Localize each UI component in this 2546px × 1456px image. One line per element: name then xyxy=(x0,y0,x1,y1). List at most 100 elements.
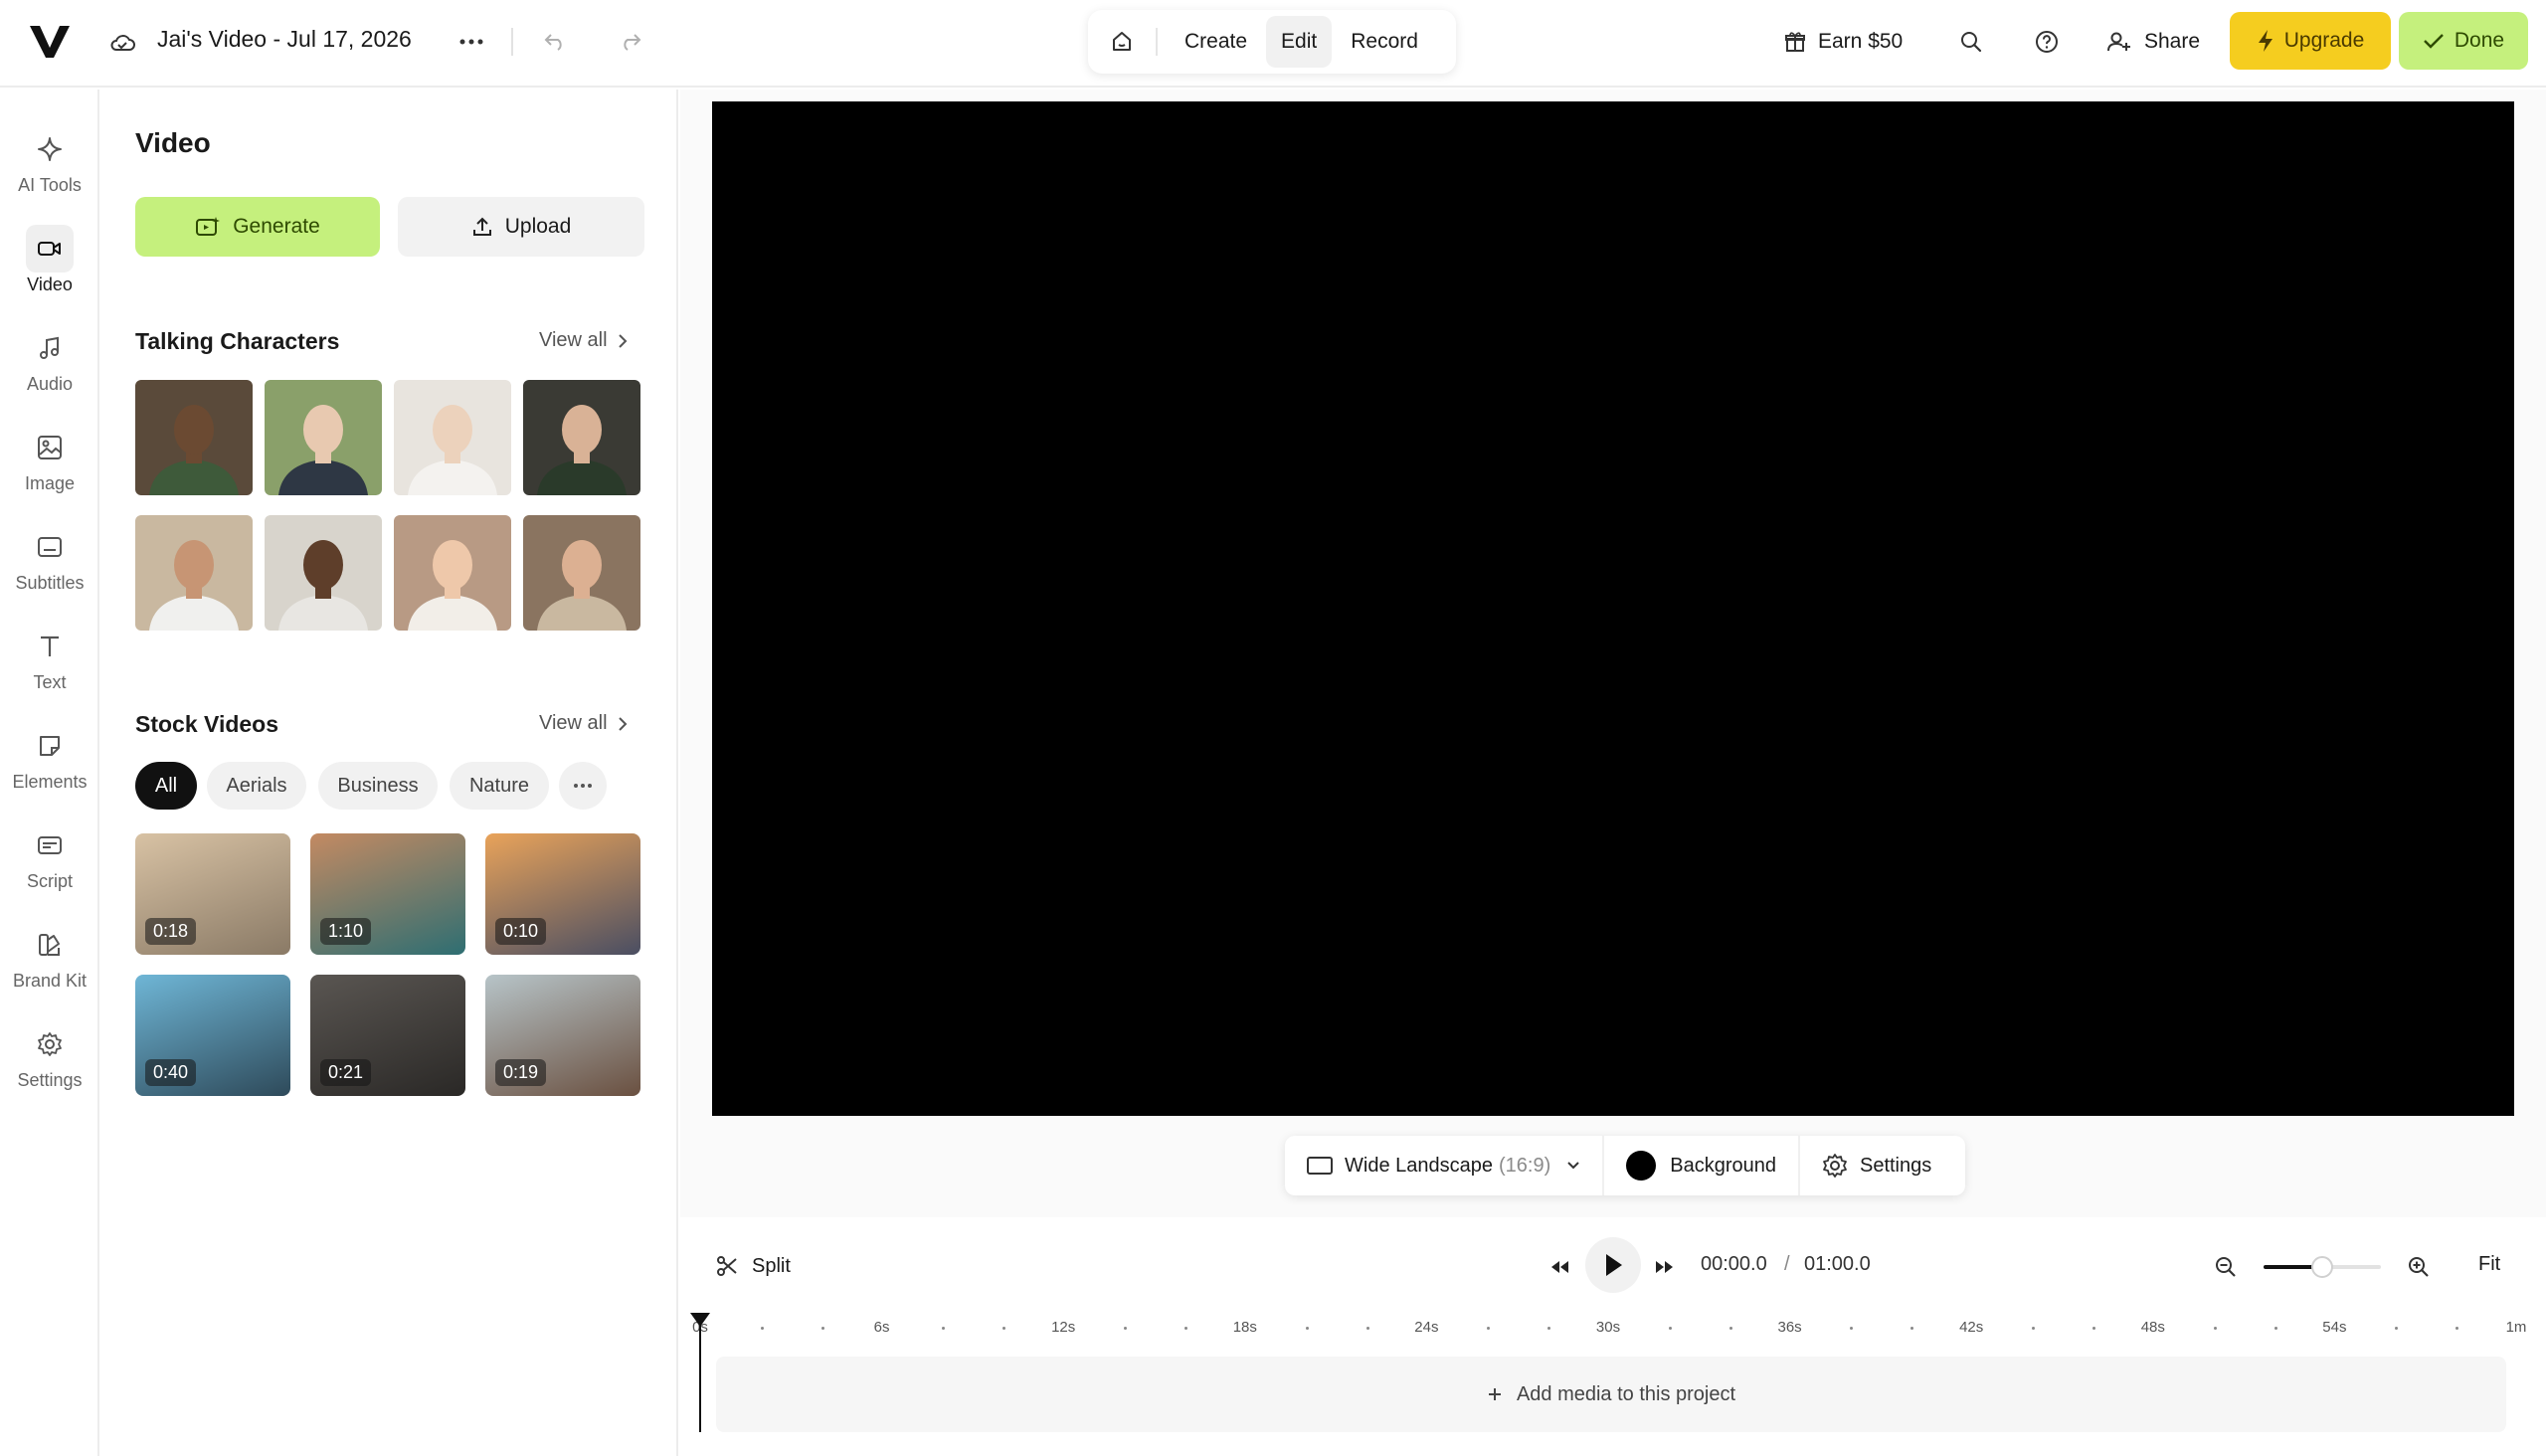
project-title[interactable]: Jai's Video - Jul 17, 2026 xyxy=(157,26,412,53)
done-label: Done xyxy=(2454,29,2505,52)
talking-character-thumbnail[interactable] xyxy=(135,380,253,495)
rail-item-image[interactable]: Image xyxy=(0,408,99,497)
ruler-tick xyxy=(1728,1327,1732,1330)
ruler-tick-label: 6s xyxy=(873,1319,890,1336)
stock-video-thumbnail[interactable]: 0:21 xyxy=(310,975,465,1096)
upload-button[interactable]: Upload xyxy=(398,197,644,257)
tab-record[interactable]: Record xyxy=(1336,16,1433,68)
done-button[interactable]: Done xyxy=(2399,12,2528,70)
background-button[interactable]: Background xyxy=(1604,1136,1798,1195)
talking-character-thumbnail[interactable] xyxy=(265,380,382,495)
rail-label: Audio xyxy=(26,374,74,394)
share-button[interactable]: Share xyxy=(2106,12,2200,72)
rail-item-subtitles[interactable]: Subtitles xyxy=(0,507,99,597)
rail-item-ai-tools[interactable]: AI Tools xyxy=(0,109,99,199)
fit-button[interactable]: Fit xyxy=(2478,1253,2500,1276)
fast-forward-button[interactable] xyxy=(1647,1249,1683,1285)
talking-character-thumbnail[interactable] xyxy=(135,515,253,631)
ruler-tick-label: 36s xyxy=(1777,1319,1802,1336)
home-button[interactable] xyxy=(1088,10,1156,74)
ruler-tick xyxy=(2091,1327,2095,1330)
left-nav-rail: AI Tools Video Audio Image Subtitles Tex… xyxy=(0,90,99,1456)
stock-videos-view-all[interactable]: View all xyxy=(539,712,628,735)
redo-button[interactable] xyxy=(613,24,648,60)
upload-label: Upload xyxy=(504,215,572,238)
tab-create[interactable]: Create xyxy=(1170,16,1262,68)
check-icon xyxy=(2423,32,2445,50)
help-button[interactable] xyxy=(2029,12,2065,72)
chip-nature[interactable]: Nature xyxy=(450,762,549,810)
add-media-label: Add media to this project xyxy=(1516,1382,1736,1405)
tab-edit[interactable]: Edit xyxy=(1266,16,1333,68)
talking-character-thumbnail[interactable] xyxy=(265,515,382,631)
stock-video-thumbnail[interactable]: 0:18 xyxy=(135,833,290,955)
talking-character-thumbnail[interactable] xyxy=(394,380,511,495)
add-media-dropzone[interactable]: Add media to this project xyxy=(716,1357,2506,1432)
chip-more[interactable] xyxy=(559,762,607,810)
ruler-tick xyxy=(2213,1327,2217,1330)
search-button[interactable] xyxy=(1953,12,1989,72)
gear-icon xyxy=(26,1020,74,1068)
generate-label: Generate xyxy=(233,215,320,238)
upgrade-button[interactable]: Upgrade xyxy=(2230,12,2391,70)
zoom-slider-handle[interactable] xyxy=(2311,1256,2333,1278)
talking-character-thumbnail[interactable] xyxy=(523,515,640,631)
playhead[interactable] xyxy=(699,1325,701,1432)
chip-aerials[interactable]: Aerials xyxy=(207,762,306,810)
talking-character-thumbnail[interactable] xyxy=(394,515,511,631)
ruler-tick xyxy=(1547,1327,1551,1330)
divider xyxy=(1156,28,1158,56)
subtitles-icon xyxy=(26,523,74,571)
music-note-icon xyxy=(26,324,74,372)
ruler-tick xyxy=(2273,1327,2277,1330)
total-time: 01:00.0 xyxy=(1804,1253,1871,1275)
zoom-out-button[interactable] xyxy=(2208,1249,2244,1285)
ruler-tick xyxy=(1002,1327,1006,1330)
rail-label: Brand Kit xyxy=(12,971,88,991)
rail-item-audio[interactable]: Audio xyxy=(0,308,99,398)
stock-video-thumbnail[interactable]: 1:10 xyxy=(310,833,465,955)
aspect-ratio-dropdown[interactable]: Wide Landscape (16:9) xyxy=(1285,1136,1602,1195)
split-button[interactable]: Split xyxy=(716,1251,791,1281)
talking-character-thumbnail[interactable] xyxy=(523,380,640,495)
rail-item-script[interactable]: Script xyxy=(0,806,99,895)
video-preview[interactable] xyxy=(712,101,2514,1116)
redo-icon xyxy=(624,34,641,51)
stock-video-thumbnail[interactable]: 0:19 xyxy=(485,975,640,1096)
play-button[interactable] xyxy=(1585,1237,1641,1293)
ruler-tick xyxy=(2395,1327,2399,1330)
rail-label: Subtitles xyxy=(15,573,85,593)
aspect-ratio-value: (16:9) xyxy=(1498,1154,1551,1177)
undo-button[interactable] xyxy=(537,24,573,60)
chip-business[interactable]: Business xyxy=(318,762,438,810)
stock-video-thumbnail[interactable]: 0:40 xyxy=(135,975,290,1096)
brand-kit-icon xyxy=(26,921,74,969)
rail-item-elements[interactable]: Elements xyxy=(0,706,99,796)
generate-button[interactable]: Generate xyxy=(135,197,380,257)
rail-item-video[interactable]: Video xyxy=(0,209,99,298)
play-icon xyxy=(1606,1254,1622,1276)
ruler-tick-label: 30s xyxy=(1595,1319,1621,1336)
rail-label: Script xyxy=(26,871,73,891)
rail-item-settings[interactable]: Settings xyxy=(0,1004,99,1094)
chip-all[interactable]: All xyxy=(135,762,197,810)
ruler-tick xyxy=(820,1327,824,1330)
top-bar: Jai's Video - Jul 17, 2026 Create Edit R… xyxy=(0,0,2546,88)
more-options-button[interactable] xyxy=(454,24,489,60)
rail-label: Text xyxy=(33,672,67,692)
zoom-in-button[interactable] xyxy=(2401,1249,2437,1285)
stock-video-thumbnail[interactable]: 0:10 xyxy=(485,833,640,955)
rail-item-text[interactable]: Text xyxy=(0,607,99,696)
sticker-icon xyxy=(26,722,74,770)
rewind-button[interactable] xyxy=(1542,1249,1577,1285)
ruler-tick-label: 1m xyxy=(2505,1319,2527,1336)
timeline-ruler[interactable]: 0s6s12s18s24s30s36s42s48s54s1m xyxy=(692,1313,2527,1349)
ruler-tick-label: 54s xyxy=(2322,1319,2347,1336)
rail-item-brand-kit[interactable]: Brand Kit xyxy=(0,905,99,995)
app-logo[interactable] xyxy=(28,22,72,62)
talking-characters-view-all[interactable]: View all xyxy=(539,329,628,352)
canvas-settings-button[interactable]: Settings xyxy=(1800,1136,1953,1195)
earn-button[interactable]: Earn $50 xyxy=(1784,12,1903,72)
aspect-label: Wide Landscape xyxy=(1345,1154,1493,1177)
zoom-slider[interactable] xyxy=(2264,1256,2381,1278)
